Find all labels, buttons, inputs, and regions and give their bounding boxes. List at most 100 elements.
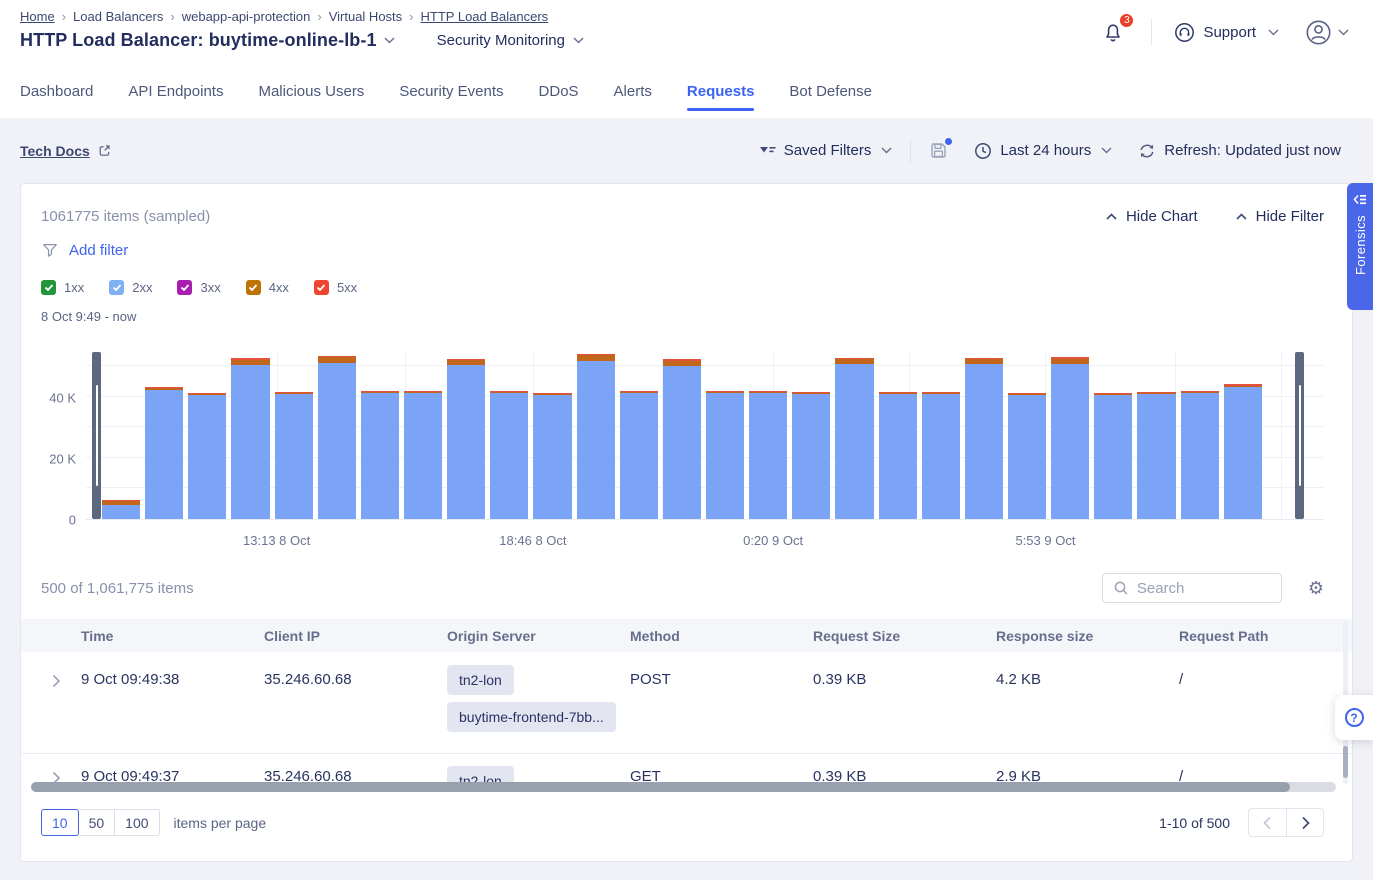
gridline <box>1281 352 1282 519</box>
chart-bar[interactable] <box>490 391 528 519</box>
avatar-icon <box>1305 19 1332 46</box>
status-filter-2xx[interactable]: 2xx <box>109 280 152 295</box>
gear-icon[interactable]: ⚙ <box>1308 579 1324 597</box>
chart-bar[interactable] <box>533 393 571 519</box>
checkbox-checked-icon <box>314 280 329 295</box>
next-page-button[interactable] <box>1286 808 1324 837</box>
page-size-10[interactable]: 10 <box>41 809 79 836</box>
brush-handle-right[interactable] <box>1295 352 1304 519</box>
status-filter-label: 2xx <box>132 280 152 295</box>
origin-server-tag[interactable]: tn2-lon <box>447 766 514 782</box>
support-menu[interactable]: Support <box>1174 22 1279 43</box>
time-range-dropdown[interactable]: Last 24 hours <box>974 142 1112 160</box>
clock-icon <box>974 142 992 160</box>
tab-ddos[interactable]: DDoS <box>539 64 579 118</box>
chart-bar[interactable] <box>1224 384 1262 519</box>
help-button[interactable]: ? <box>1335 695 1373 740</box>
column-header-origin-server: Origin Server <box>447 628 630 644</box>
previous-page-button[interactable] <box>1248 808 1286 837</box>
chart-bar[interactable] <box>102 500 140 519</box>
chart-bar-segment <box>231 365 269 519</box>
tab-security-events[interactable]: Security Events <box>399 64 503 118</box>
toolbar-divider <box>910 139 911 163</box>
support-icon <box>1174 22 1195 43</box>
search-input[interactable] <box>1137 580 1271 597</box>
chevron-right-icon: › <box>170 9 174 24</box>
chart-bar-segment <box>835 364 873 519</box>
context-selector[interactable]: Security Monitoring <box>437 32 584 49</box>
chart-bar[interactable] <box>835 358 873 519</box>
tab-alerts[interactable]: Alerts <box>614 64 652 118</box>
table-row-partial[interactable]: 9 Oct 09:49:37 35.246.60.68 tn2-lon GET … <box>21 754 1352 782</box>
chart-bar[interactable] <box>663 359 701 519</box>
row-expand-chevron-icon[interactable] <box>21 768 81 782</box>
status-filter-1xx[interactable]: 1xx <box>41 280 84 295</box>
external-link-icon <box>97 143 112 158</box>
row-expand-chevron-icon[interactable] <box>21 671 81 688</box>
status-filter-4xx[interactable]: 4xx <box>246 280 289 295</box>
tabs-bar: Dashboard API Endpoints Malicious Users … <box>0 64 1373 118</box>
tab-bot-defense[interactable]: Bot Defense <box>789 64 872 118</box>
hide-chart-button[interactable]: Hide Chart <box>1106 208 1198 225</box>
origin-server-tag[interactable]: buytime-frontend-7bb... <box>447 702 616 732</box>
help-icon: ? <box>1345 708 1364 727</box>
hide-filter-button[interactable]: Hide Filter <box>1236 208 1324 225</box>
status-filter-3xx[interactable]: 3xx <box>177 280 220 295</box>
status-filter-5xx[interactable]: 5xx <box>314 280 357 295</box>
chart-bar[interactable] <box>965 358 1003 519</box>
chart-bar[interactable] <box>749 391 787 519</box>
notifications-button[interactable]: 3 <box>1097 16 1129 48</box>
account-menu[interactable] <box>1305 19 1349 46</box>
breadcrumb-namespace[interactable]: webapp-api-protection <box>182 9 311 24</box>
tab-malicious-users[interactable]: Malicious Users <box>258 64 364 118</box>
chart-bar[interactable] <box>577 354 615 519</box>
brush-handle-left[interactable] <box>92 352 101 519</box>
horizontal-scrollbar[interactable] <box>31 782 1336 792</box>
breadcrumb-virtual-hosts[interactable]: Virtual Hosts <box>329 9 402 24</box>
origin-server-tag[interactable]: tn2-lon <box>447 665 514 695</box>
chart-bar[interactable] <box>275 392 313 519</box>
chart-bar[interactable] <box>1051 357 1089 519</box>
horizontal-scrollbar-thumb[interactable] <box>31 782 1290 792</box>
chevron-down-icon <box>1268 29 1279 36</box>
chart-bar[interactable] <box>1008 393 1046 519</box>
saved-filters-dropdown[interactable]: Saved Filters <box>759 142 893 159</box>
vertical-scrollbar-thumb[interactable] <box>1343 746 1348 778</box>
chevron-down-icon[interactable] <box>384 37 395 44</box>
chart-bar-segment <box>533 395 571 519</box>
breadcrumb-load-balancers[interactable]: Load Balancers <box>73 9 163 24</box>
forensics-side-tab[interactable]: Forensics <box>1347 183 1373 310</box>
chart-bar[interactable] <box>231 358 269 519</box>
x-axis-tick-label: 0:20 9 Oct <box>743 533 803 548</box>
table-row[interactable]: 9 Oct 09:49:38 35.246.60.68 tn2-lon buyt… <box>21 652 1352 754</box>
chart-bar[interactable] <box>792 392 830 519</box>
tech-docs-link[interactable]: Tech Docs <box>20 143 112 159</box>
chart-bar[interactable] <box>922 392 960 519</box>
save-filter-button[interactable] <box>929 141 948 160</box>
breadcrumb-home[interactable]: Home <box>20 9 55 24</box>
tab-dashboard[interactable]: Dashboard <box>20 64 93 118</box>
chart-bar[interactable] <box>145 387 183 519</box>
chart-bar[interactable] <box>620 391 658 519</box>
chart-bar[interactable] <box>318 356 356 519</box>
tab-api-endpoints[interactable]: API Endpoints <box>128 64 223 118</box>
page-size-50[interactable]: 50 <box>79 809 116 836</box>
add-filter-button[interactable]: Add filter <box>41 241 128 259</box>
chart-bar[interactable] <box>188 393 226 519</box>
chart-bar[interactable] <box>404 391 442 519</box>
chart-bar[interactable] <box>1137 392 1175 519</box>
chart-bar[interactable] <box>706 391 744 519</box>
chevron-right-icon: › <box>317 9 321 24</box>
x-axis-tick-label: 18:46 8 Oct <box>499 533 566 548</box>
page-size-100[interactable]: 100 <box>115 809 159 836</box>
chart-bar[interactable] <box>361 391 399 519</box>
refresh-button[interactable]: Refresh: Updated just now <box>1138 142 1341 160</box>
breadcrumb-http-load-balancers[interactable]: HTTP Load Balancers <box>421 9 549 24</box>
y-axis-tick-label: 0 <box>69 513 76 528</box>
chart-bar[interactable] <box>1094 393 1132 519</box>
chart-bar[interactable] <box>447 359 485 519</box>
tab-requests[interactable]: Requests <box>687 64 755 118</box>
chart-bar[interactable] <box>879 392 917 519</box>
context-selector-label: Security Monitoring <box>437 32 565 49</box>
chart-bar[interactable] <box>1181 391 1219 519</box>
